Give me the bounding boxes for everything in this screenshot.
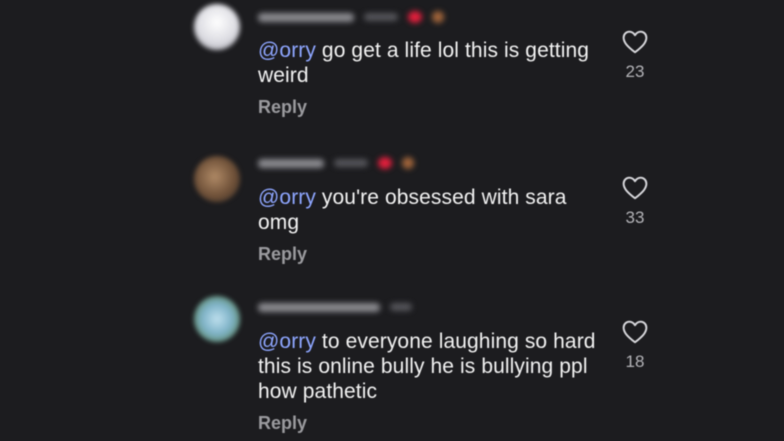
- comment-meta: [258, 10, 444, 24]
- creator-heart-icon: [408, 11, 422, 23]
- avatar[interactable]: [194, 4, 240, 50]
- comment-item: @orry you're obsessed with sara omg Repl…: [0, 146, 784, 286]
- avatar[interactable]: [194, 296, 240, 342]
- reply-button[interactable]: Reply: [258, 97, 307, 118]
- like-count: 33: [625, 208, 645, 227]
- timestamp-blurred: [334, 159, 368, 167]
- creator-avatar-icon: [432, 11, 444, 23]
- comment-text: @orry you're obsessed with sara omg: [258, 185, 598, 235]
- like-count: 23: [625, 62, 645, 81]
- mention-link[interactable]: @orry: [258, 330, 316, 353]
- like-button[interactable]: 23: [614, 30, 656, 82]
- comment-list: @orry go get a life lol this is getting …: [0, 0, 784, 441]
- comment-text: @orry to everyone laughing so hard this …: [258, 329, 598, 404]
- heart-outline-icon[interactable]: [622, 320, 648, 344]
- reply-button[interactable]: Reply: [258, 244, 307, 265]
- reply-button[interactable]: Reply: [258, 413, 307, 434]
- username-blurred[interactable]: [258, 158, 324, 168]
- timestamp-blurred: [364, 13, 398, 21]
- username-blurred[interactable]: [258, 12, 354, 22]
- mention-link[interactable]: @orry: [258, 186, 316, 209]
- comment-item: @orry to everyone laughing so hard this …: [0, 292, 784, 441]
- comment-meta: [258, 156, 414, 170]
- creator-avatar-icon: [402, 157, 414, 169]
- timestamp-blurred: [390, 303, 412, 311]
- heart-outline-icon[interactable]: [622, 30, 648, 54]
- comment-meta: [258, 300, 412, 314]
- like-button[interactable]: 18: [614, 320, 656, 372]
- comment-text: @orry go get a life lol this is getting …: [258, 38, 598, 88]
- mention-link[interactable]: @orry: [258, 39, 316, 62]
- like-button[interactable]: 33: [614, 176, 656, 228]
- avatar[interactable]: [194, 156, 240, 202]
- username-blurred[interactable]: [258, 302, 380, 312]
- heart-outline-icon[interactable]: [622, 176, 648, 200]
- like-count: 18: [625, 352, 645, 371]
- creator-heart-icon: [378, 157, 392, 169]
- comment-item: @orry go get a life lol this is getting …: [0, 0, 784, 140]
